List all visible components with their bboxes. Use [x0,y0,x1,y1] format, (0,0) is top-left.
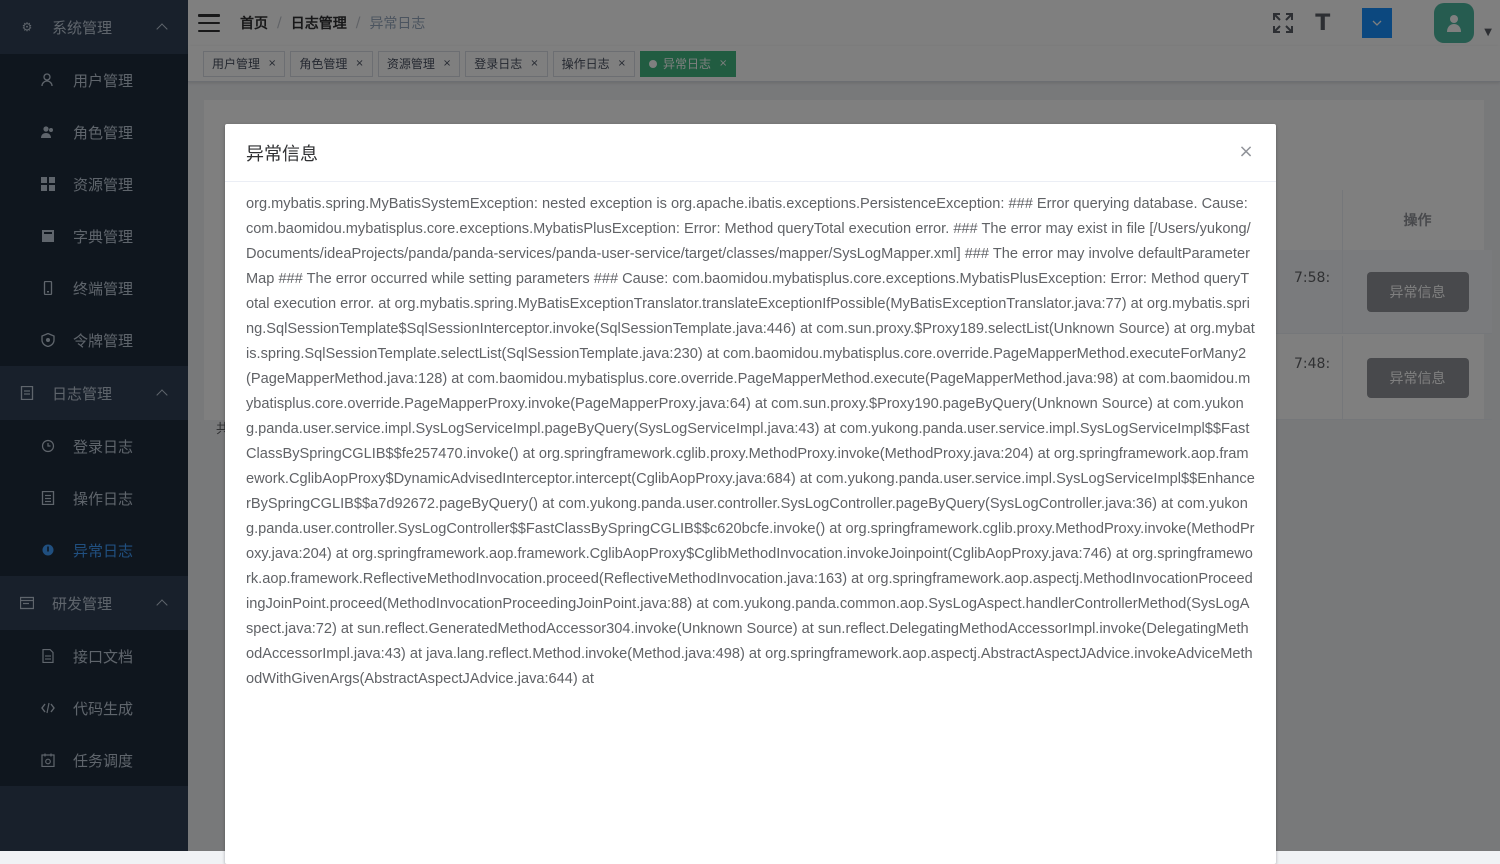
exception-stacktrace: org.mybatis.spring.MyBatisSystemExceptio… [246,196,1255,687]
close-icon[interactable]: × [1238,143,1254,161]
dialog-body: org.mybatis.spring.MyBatisSystemExceptio… [225,182,1276,692]
dialog-title: 异常信息 [246,143,318,165]
dialog-header: 异常信息 × [225,124,1276,182]
exception-dialog: 异常信息 × org.mybatis.spring.MyBatisSystemE… [225,124,1276,864]
